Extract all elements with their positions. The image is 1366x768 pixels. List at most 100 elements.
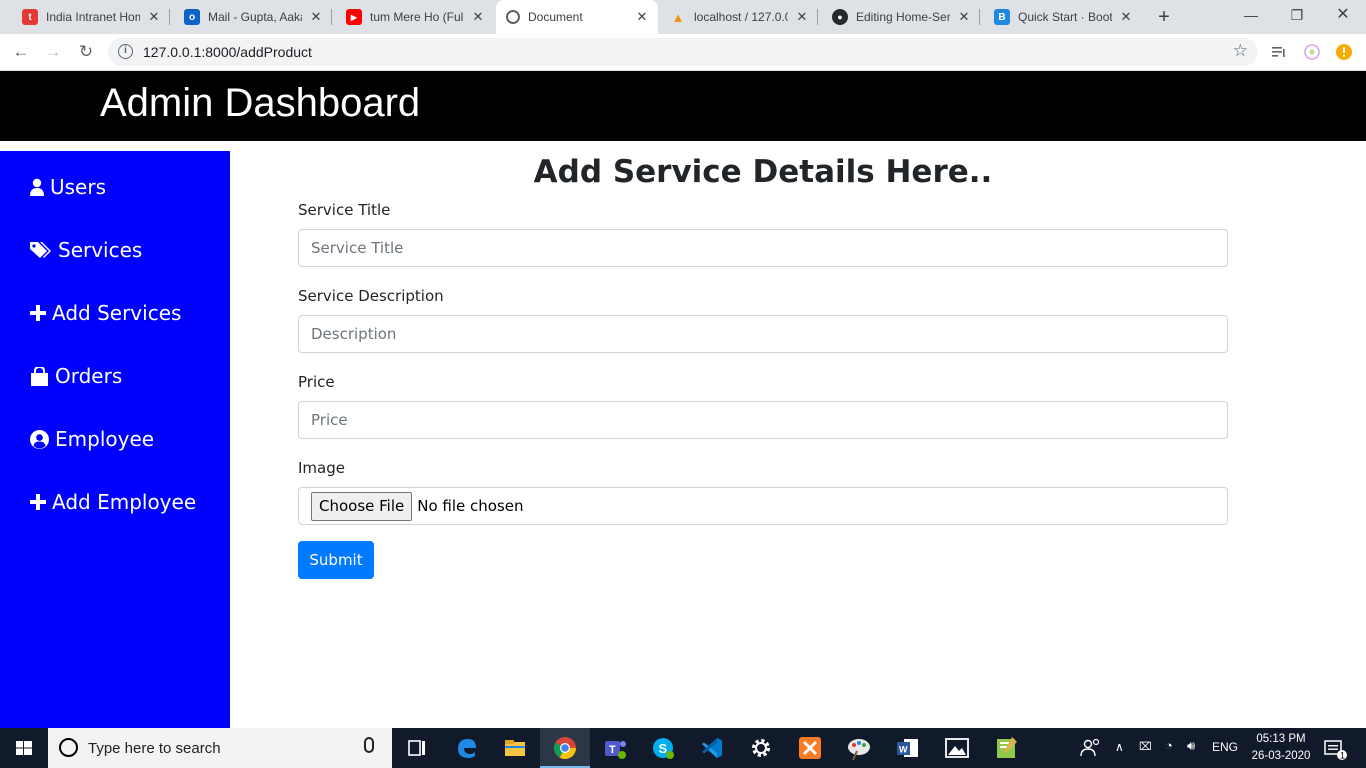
clock-date: 26-03-2020	[1251, 750, 1311, 762]
sidebar-item-add-employee[interactable]: Add Employee	[30, 487, 196, 517]
intranet-favicon-icon: t	[22, 9, 38, 25]
clock-time: 05:13 PM	[1256, 733, 1306, 745]
xampp-icon[interactable]	[796, 734, 824, 762]
alert-icon[interactable]	[1335, 43, 1353, 61]
tab-title: Editing Home-Serv	[856, 10, 950, 24]
playlist-icon[interactable]	[1270, 43, 1288, 61]
price-label: Price	[298, 373, 335, 391]
file-explorer-icon[interactable]	[501, 734, 529, 762]
phpmyadmin-favicon-icon: ▲	[671, 9, 685, 25]
language-indicator[interactable]: ENG	[1212, 740, 1238, 754]
user-circle-icon	[30, 429, 49, 449]
close-window-button[interactable]: ✕	[1320, 0, 1366, 30]
service-description-label: Service Description	[298, 287, 444, 305]
browser-toolbar: ← → ↻ i 127.0.0.1:8000/addProduct ☆	[0, 34, 1366, 71]
globe-icon	[506, 10, 520, 24]
microphone-icon[interactable]	[364, 737, 374, 753]
bookmark-star-icon[interactable]: ☆	[1233, 41, 1248, 61]
choose-file-button[interactable]: Choose File	[311, 491, 413, 521]
paint-icon[interactable]	[845, 734, 873, 762]
photos-icon[interactable]	[943, 734, 971, 762]
sidebar-item-label: Employee	[55, 427, 155, 451]
close-tab-icon[interactable]: ✕	[308, 9, 324, 25]
settings-gear-icon[interactable]	[747, 734, 775, 762]
extension-icon[interactable]	[1303, 43, 1321, 61]
browser-tab-strip: t India Intranet Hom ✕ o Mail - Gupta, A…	[0, 0, 1366, 34]
sidebar-item-label: Add Employee	[52, 490, 197, 514]
submit-button[interactable]: Submit	[298, 541, 374, 579]
page-title: Add Service Details Here..	[533, 154, 993, 190]
close-tab-icon[interactable]: ✕	[956, 9, 972, 25]
svg-text:S: S	[659, 741, 668, 756]
word-icon[interactable]: W	[894, 734, 922, 762]
browser-tab[interactable]: t India Intranet Hom ✕	[12, 0, 170, 34]
browser-tab[interactable]: ▲ localhost / 127.0.0 ✕	[660, 0, 818, 34]
browser-tab[interactable]: ▶ tum Mere Ho (Full ✕	[336, 0, 494, 34]
close-tab-icon[interactable]: ✕	[470, 9, 486, 25]
back-button[interactable]: ←	[9, 40, 33, 64]
forward-button[interactable]: →	[41, 40, 65, 64]
vscode-icon[interactable]	[698, 734, 726, 762]
address-bar[interactable]: i 127.0.0.1:8000/addProduct ☆	[108, 38, 1258, 66]
service-title-label: Service Title	[298, 201, 391, 219]
restore-button[interactable]: ❐	[1274, 0, 1320, 30]
volume-icon[interactable]: 🔊︎	[1187, 738, 1195, 754]
reload-button[interactable]: ↻	[74, 40, 98, 64]
sidebar-item-services[interactable]: Services	[30, 235, 142, 265]
search-placeholder: Type here to search	[88, 740, 221, 757]
browser-tab-active[interactable]: Document ✕	[496, 0, 658, 34]
sidebar-item-employee[interactable]: Employee	[30, 424, 154, 454]
taskbar-search-box[interactable]: Type here to search	[48, 728, 392, 768]
service-description-input[interactable]	[298, 315, 1228, 353]
app-title: Admin Dashboard	[100, 81, 421, 125]
service-title-input[interactable]	[298, 229, 1228, 267]
info-icon[interactable]: i	[118, 44, 133, 59]
wifi-icon[interactable]: ◔	[1165, 738, 1173, 753]
sidebar: Users Services Add Services Orders Emplo…	[0, 151, 230, 728]
task-view-icon[interactable]	[403, 734, 431, 762]
app-header: Admin Dashboard	[0, 71, 1366, 141]
sidebar-item-label: Services	[58, 238, 143, 262]
minimize-button[interactable]: —	[1228, 0, 1274, 30]
notepad-plus-icon[interactable]	[992, 734, 1020, 762]
browser-tab[interactable]: B Quick Start · Boots ✕	[984, 0, 1142, 34]
image-file-input[interactable]: Choose File No file chosen	[298, 487, 1228, 525]
close-tab-icon[interactable]: ✕	[794, 9, 810, 25]
taskbar-clock[interactable]: 05:13 PM 26-03-2020	[1246, 731, 1316, 765]
url-text: 127.0.0.1:8000/addProduct	[143, 44, 312, 60]
edge-icon[interactable]	[453, 734, 481, 762]
github-favicon-icon: ●	[832, 9, 848, 25]
tab-title: tum Mere Ho (Full	[370, 10, 464, 24]
price-input[interactable]	[298, 401, 1228, 439]
svg-text:W: W	[899, 745, 908, 755]
skype-icon[interactable]: S	[649, 734, 677, 762]
windows-start-icon[interactable]	[0, 728, 48, 768]
close-tab-icon[interactable]: ✕	[1118, 9, 1134, 25]
tab-title: Mail - Gupta, Aaka	[208, 10, 302, 24]
chrome-icon[interactable]	[551, 734, 579, 762]
plus-icon	[30, 305, 46, 321]
shopping-bag-icon	[31, 366, 48, 386]
network-adapter-icon[interactable]: ⌧	[1139, 740, 1152, 753]
show-hidden-icons-icon[interactable]: ∧	[1115, 740, 1124, 754]
tags-icon	[30, 242, 51, 258]
close-tab-icon[interactable]: ✕	[146, 9, 162, 25]
taskbar: Type here to search T S W ∧ ⌧ ◔ 🔊︎ ENG 0…	[0, 728, 1366, 768]
action-center-icon[interactable]: 1	[1320, 734, 1348, 762]
sidebar-item-orders[interactable]: Orders	[30, 361, 122, 391]
sidebar-item-add-services[interactable]: Add Services	[30, 298, 181, 328]
people-icon[interactable]	[1076, 734, 1104, 762]
close-tab-icon[interactable]: ✕	[634, 9, 650, 25]
user-icon	[30, 178, 44, 196]
tab-title: Document	[528, 10, 583, 24]
sidebar-item-label: Add Services	[52, 301, 182, 325]
outlook-favicon-icon: o	[184, 9, 200, 25]
browser-tab[interactable]: ● Editing Home-Serv ✕	[822, 0, 980, 34]
browser-tab[interactable]: o Mail - Gupta, Aaka ✕	[174, 0, 332, 34]
teams-icon[interactable]: T	[601, 734, 629, 762]
sidebar-item-label: Orders	[55, 364, 123, 388]
plus-icon	[30, 494, 46, 510]
new-tab-button[interactable]: +	[1152, 6, 1176, 28]
sidebar-item-users[interactable]: Users	[30, 172, 106, 202]
tab-title: localhost / 127.0.0	[694, 10, 788, 24]
